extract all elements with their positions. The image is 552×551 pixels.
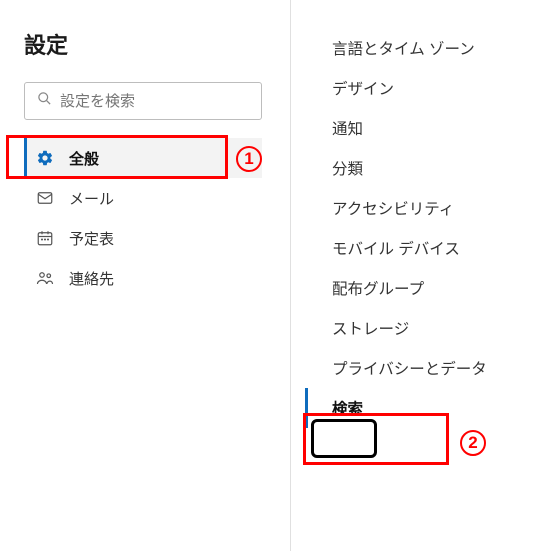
menu-item-label: 分類: [332, 157, 363, 179]
settings-sidebar: 設定 全般 メール: [0, 0, 280, 551]
menu-item-categories[interactable]: 分類: [305, 148, 552, 188]
menu-item-language-timezone[interactable]: 言語とタイム ゾーン: [305, 28, 552, 68]
mail-icon: [35, 188, 55, 208]
sidebar-nav: 全般 メール 予定表 連絡先: [24, 138, 262, 298]
menu-item-label: デザイン: [332, 77, 394, 99]
sidebar-item-label: メール: [69, 188, 114, 209]
search-icon: [37, 91, 52, 111]
menu-item-label: プライバシーとデータ: [332, 357, 487, 379]
page-title: 設定: [24, 28, 262, 60]
menu-item-label: 通知: [332, 117, 363, 139]
sidebar-item-mail[interactable]: メール: [24, 178, 262, 218]
search-input[interactable]: [60, 93, 249, 110]
sidebar-item-calendar[interactable]: 予定表: [24, 218, 262, 258]
menu-item-label: モバイル デバイス: [332, 237, 460, 259]
gear-icon: [35, 148, 55, 168]
general-submenu: 言語とタイム ゾーン デザイン 通知 分類 アクセシビリティ モバイル デバイス…: [291, 28, 552, 428]
sidebar-item-label: 全般: [69, 148, 99, 169]
search-input-wrapper[interactable]: [24, 82, 262, 120]
sidebar-item-label: 連絡先: [69, 268, 114, 289]
menu-item-label: アクセシビリティ: [332, 197, 454, 219]
menu-item-design[interactable]: デザイン: [305, 68, 552, 108]
sidebar-item-contacts[interactable]: 連絡先: [24, 258, 262, 298]
calendar-icon: [35, 228, 55, 248]
sidebar-item-general[interactable]: 全般: [24, 138, 262, 178]
sidebar-item-label: 予定表: [69, 228, 114, 249]
people-icon: [35, 268, 55, 288]
menu-item-notifications[interactable]: 通知: [305, 108, 552, 148]
menu-item-distribution-groups[interactable]: 配布グループ: [305, 268, 552, 308]
menu-item-label: ストレージ: [332, 317, 409, 339]
menu-item-label: 言語とタイム ゾーン: [332, 37, 475, 59]
menu-item-label: 検索: [332, 397, 363, 419]
menu-item-storage[interactable]: ストレージ: [305, 308, 552, 348]
settings-app: 設定 全般 メール: [0, 0, 552, 551]
menu-item-accessibility[interactable]: アクセシビリティ: [305, 188, 552, 228]
settings-content: 言語とタイム ゾーン デザイン 通知 分類 アクセシビリティ モバイル デバイス…: [290, 0, 552, 551]
menu-item-label: 配布グループ: [332, 277, 424, 299]
menu-item-privacy-data[interactable]: プライバシーとデータ: [305, 348, 552, 388]
menu-item-search[interactable]: 検索: [305, 388, 552, 428]
menu-item-mobile-devices[interactable]: モバイル デバイス: [305, 228, 552, 268]
